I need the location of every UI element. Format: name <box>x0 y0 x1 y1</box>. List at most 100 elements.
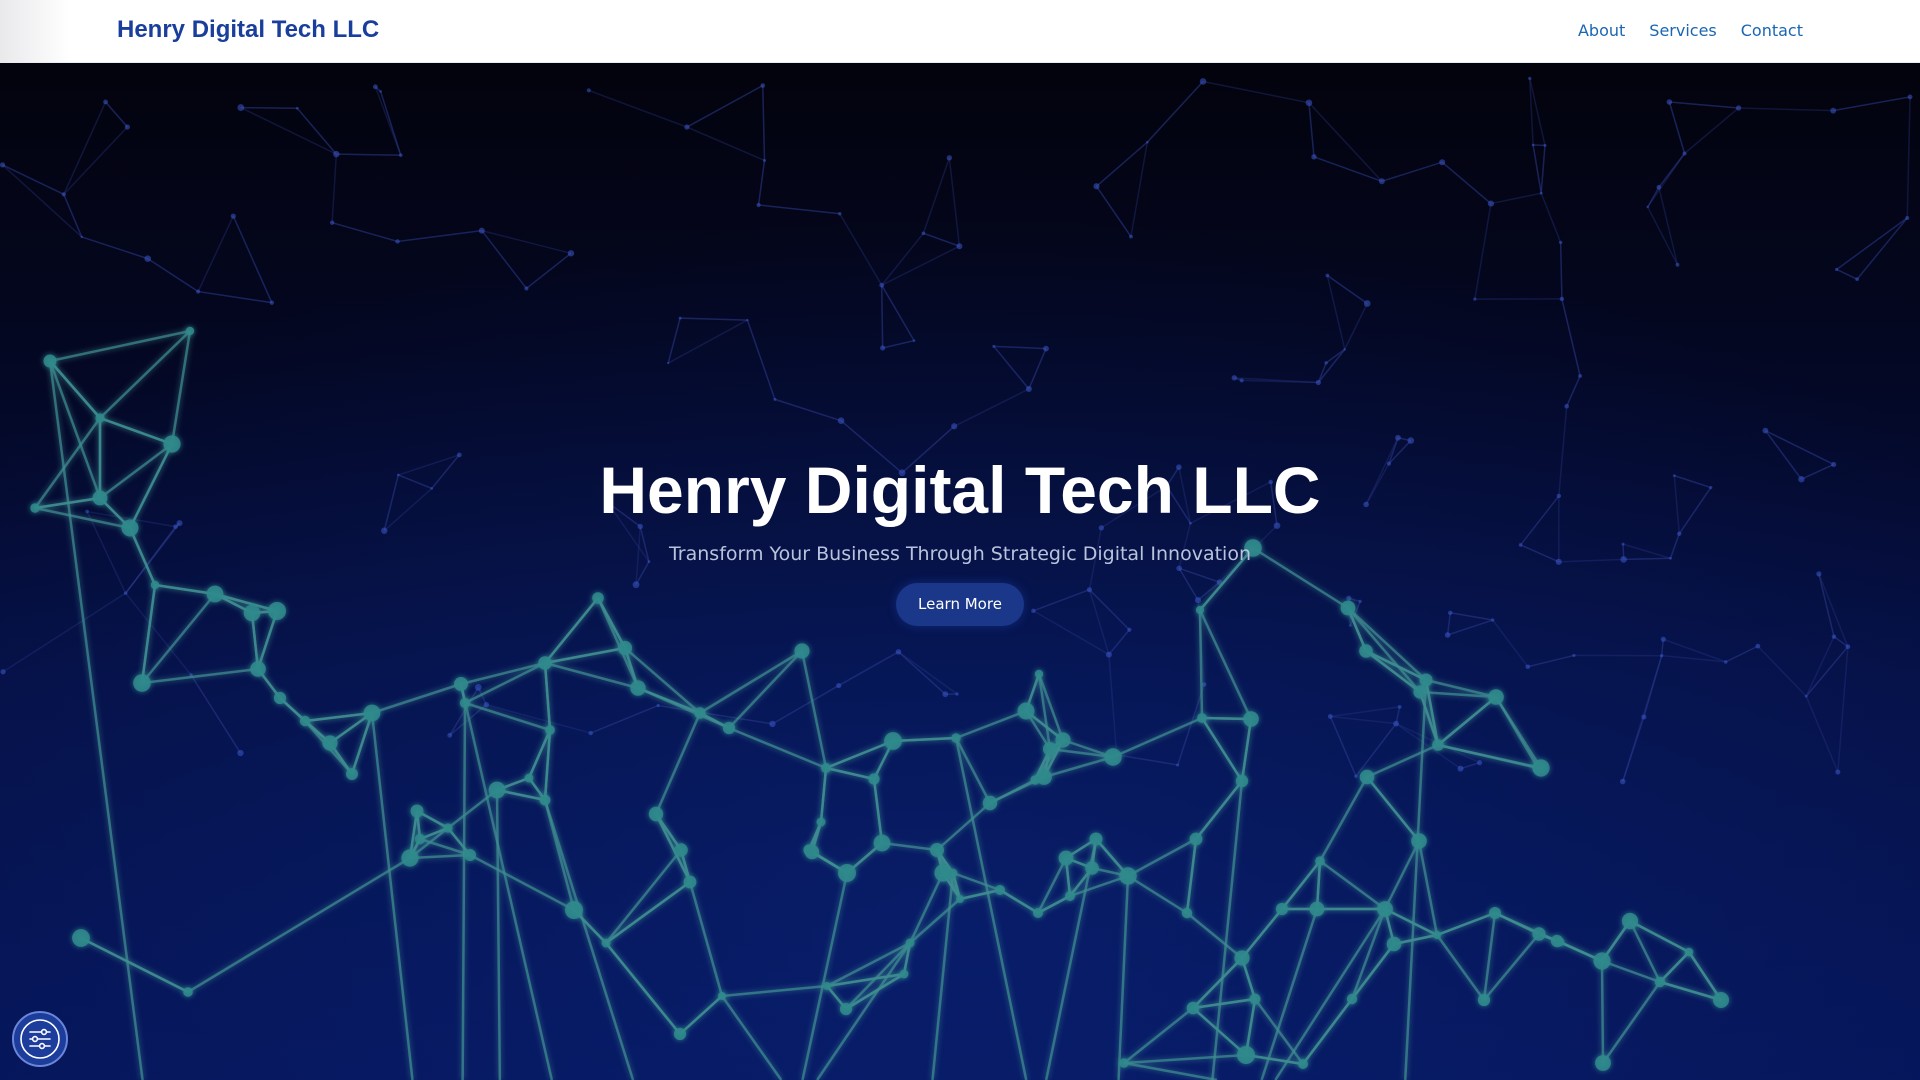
network-dot-faint <box>61 192 66 197</box>
network-node <box>884 732 902 750</box>
network-node <box>1189 832 1203 846</box>
network-dot-faint <box>836 682 842 689</box>
network-node <box>185 326 195 336</box>
network-node <box>617 640 633 656</box>
network-node <box>905 938 915 948</box>
network-dot-faint <box>567 250 575 257</box>
network-dot-faint <box>1666 99 1673 105</box>
network-node <box>414 833 426 845</box>
network-dot-faint <box>474 684 482 691</box>
network-dot-faint <box>1378 178 1385 185</box>
network-node <box>1065 891 1075 901</box>
network-dot-faint <box>1735 105 1742 111</box>
network-dot-faint <box>1558 240 1563 245</box>
nav-link-about[interactable]: About <box>1578 21 1625 40</box>
network-dot-faint <box>942 691 949 698</box>
network-node <box>299 715 311 727</box>
network-dot-faint <box>329 220 335 225</box>
network-node <box>1340 600 1356 616</box>
network-node <box>459 697 471 709</box>
network-background <box>0 63 1920 1080</box>
network-node <box>1119 1058 1129 1068</box>
network-dot-faint <box>1031 608 1036 613</box>
network-node <box>674 843 688 857</box>
network-node <box>1275 902 1289 916</box>
network-dot-faint <box>1354 774 1358 778</box>
network-dot-faint <box>1804 694 1808 698</box>
network-dot-faint <box>1324 361 1328 365</box>
network-dot-faint <box>956 243 963 250</box>
network-dot-faint <box>1473 297 1477 301</box>
network-dot-faint <box>269 300 275 305</box>
network-dot-faint <box>762 158 766 162</box>
network-node <box>899 969 909 979</box>
network-node <box>873 834 891 852</box>
network-dot-faint <box>1762 427 1769 434</box>
network-dot-faint <box>230 213 236 219</box>
network-dot-faint <box>1528 76 1532 80</box>
network-node <box>183 987 193 997</box>
nav-link-contact[interactable]: Contact <box>1741 21 1803 40</box>
network-dot-faint <box>992 344 996 348</box>
hero-title: Henry Digital Tech LLC <box>599 453 1321 527</box>
network-dot-faint <box>1127 627 1132 632</box>
network-node <box>95 413 105 423</box>
network-node <box>982 795 998 811</box>
network-dot-faint <box>1675 262 1680 267</box>
network-dot-faint <box>1231 375 1237 381</box>
network-dot-faint <box>1397 704 1402 709</box>
network-dot-faint <box>1043 345 1049 352</box>
network-dot-faint <box>1176 763 1180 767</box>
network-node <box>1713 992 1729 1008</box>
network-dot-faint <box>895 649 902 655</box>
network-dot-faint <box>1656 184 1662 190</box>
network-node <box>1419 673 1433 687</box>
network-node <box>322 735 338 751</box>
network-node <box>816 817 826 827</box>
network-node <box>43 354 57 368</box>
network-node <box>410 804 424 818</box>
network-dot-faint <box>1327 714 1333 719</box>
network-dot-faint <box>1146 140 1149 144</box>
settings-fab-button[interactable] <box>12 1011 68 1067</box>
network-dot-faint <box>1816 571 1822 577</box>
network-node <box>1413 685 1427 699</box>
network-dot-faint <box>1444 632 1451 638</box>
network-dot-faint <box>746 318 749 322</box>
network-dot-faint <box>1194 597 1202 604</box>
network-node <box>243 604 261 622</box>
network-node <box>1249 993 1261 1005</box>
network-node <box>1432 739 1444 751</box>
network-dot-faint <box>1723 660 1728 664</box>
network-node <box>673 1027 687 1041</box>
network-node <box>363 704 381 722</box>
network-dot-faint <box>381 527 388 534</box>
network-node <box>538 656 552 670</box>
network-node <box>464 849 476 861</box>
network-node <box>524 773 534 783</box>
network-node <box>1489 907 1501 919</box>
network-node <box>443 823 453 833</box>
network-dot-faint <box>1363 300 1371 307</box>
network-dot-faint <box>1559 296 1565 302</box>
network-node <box>1186 1001 1200 1015</box>
network-node <box>794 643 810 659</box>
network-dot-faint <box>1239 378 1244 383</box>
brand-logo[interactable]: Henry Digital Tech LLC <box>117 16 379 44</box>
network-dot-faint <box>1660 636 1666 642</box>
network-node <box>838 864 856 882</box>
network-dot-faint <box>1835 769 1841 775</box>
hero-section: Henry Digital Tech LLC Transform Your Bu… <box>0 63 1920 1080</box>
network-node <box>454 677 468 691</box>
network-dot-faint <box>1105 651 1112 658</box>
network-dot-faint <box>1835 267 1839 272</box>
network-dot-faint <box>667 361 670 365</box>
network-node <box>1033 908 1043 918</box>
network-dot-faint <box>372 84 378 90</box>
nav-link-services[interactable]: Services <box>1649 21 1716 40</box>
network-dot-faint <box>1845 644 1851 650</box>
network-node <box>539 794 551 806</box>
learn-more-button[interactable]: Learn More <box>896 583 1024 626</box>
network-dot-faint <box>524 286 529 291</box>
network-dot-faint <box>295 106 299 110</box>
